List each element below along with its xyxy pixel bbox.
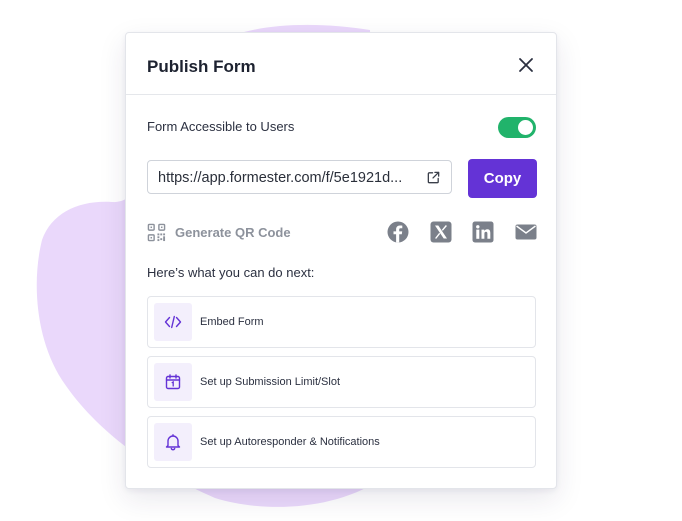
option-label: Set up Autoresponder & Notifications: [200, 436, 380, 448]
icon-tile: [154, 423, 192, 461]
calendar-icon: [165, 374, 181, 390]
access-toggle[interactable]: [498, 117, 536, 138]
option-label: Embed Form: [200, 316, 264, 328]
bell-icon: [165, 434, 181, 451]
autoresponder-option[interactable]: Set up Autoresponder & Notifications: [147, 416, 536, 468]
form-url-text: https://app.formester.com/f/5e1921d...: [158, 170, 403, 186]
icon-tile: [154, 303, 192, 341]
dialog-title: Publish Form: [147, 57, 256, 76]
submission-limit-option[interactable]: Set up Submission Limit/Slot: [147, 356, 536, 408]
embed-form-option[interactable]: Embed Form: [147, 296, 536, 348]
dialog-header: Publish Form: [126, 33, 556, 95]
next-steps-heading: Here’s what you can do next:: [147, 265, 315, 280]
access-label: Form Accessible to Users: [147, 119, 295, 134]
email-icon[interactable]: [515, 221, 537, 243]
external-link-icon[interactable]: [426, 170, 441, 185]
icon-tile: [154, 363, 192, 401]
close-icon[interactable]: [518, 57, 534, 73]
qr-code-icon: [147, 223, 166, 241]
form-url-field[interactable]: https://app.formester.com/f/5e1921d...: [147, 160, 452, 194]
linkedin-icon[interactable]: [472, 221, 494, 243]
qr-label: Generate QR Code: [175, 224, 291, 240]
generate-qr-button[interactable]: Generate QR Code: [147, 221, 291, 243]
x-icon[interactable]: [430, 221, 452, 243]
copy-button[interactable]: Copy: [468, 159, 537, 198]
option-label: Set up Submission Limit/Slot: [200, 376, 341, 388]
code-icon: [164, 315, 182, 329]
facebook-icon[interactable]: [387, 221, 409, 243]
publish-form-dialog: Publish Form Form Accessible to Users ht…: [125, 32, 557, 489]
toggle-knob: [518, 120, 533, 135]
